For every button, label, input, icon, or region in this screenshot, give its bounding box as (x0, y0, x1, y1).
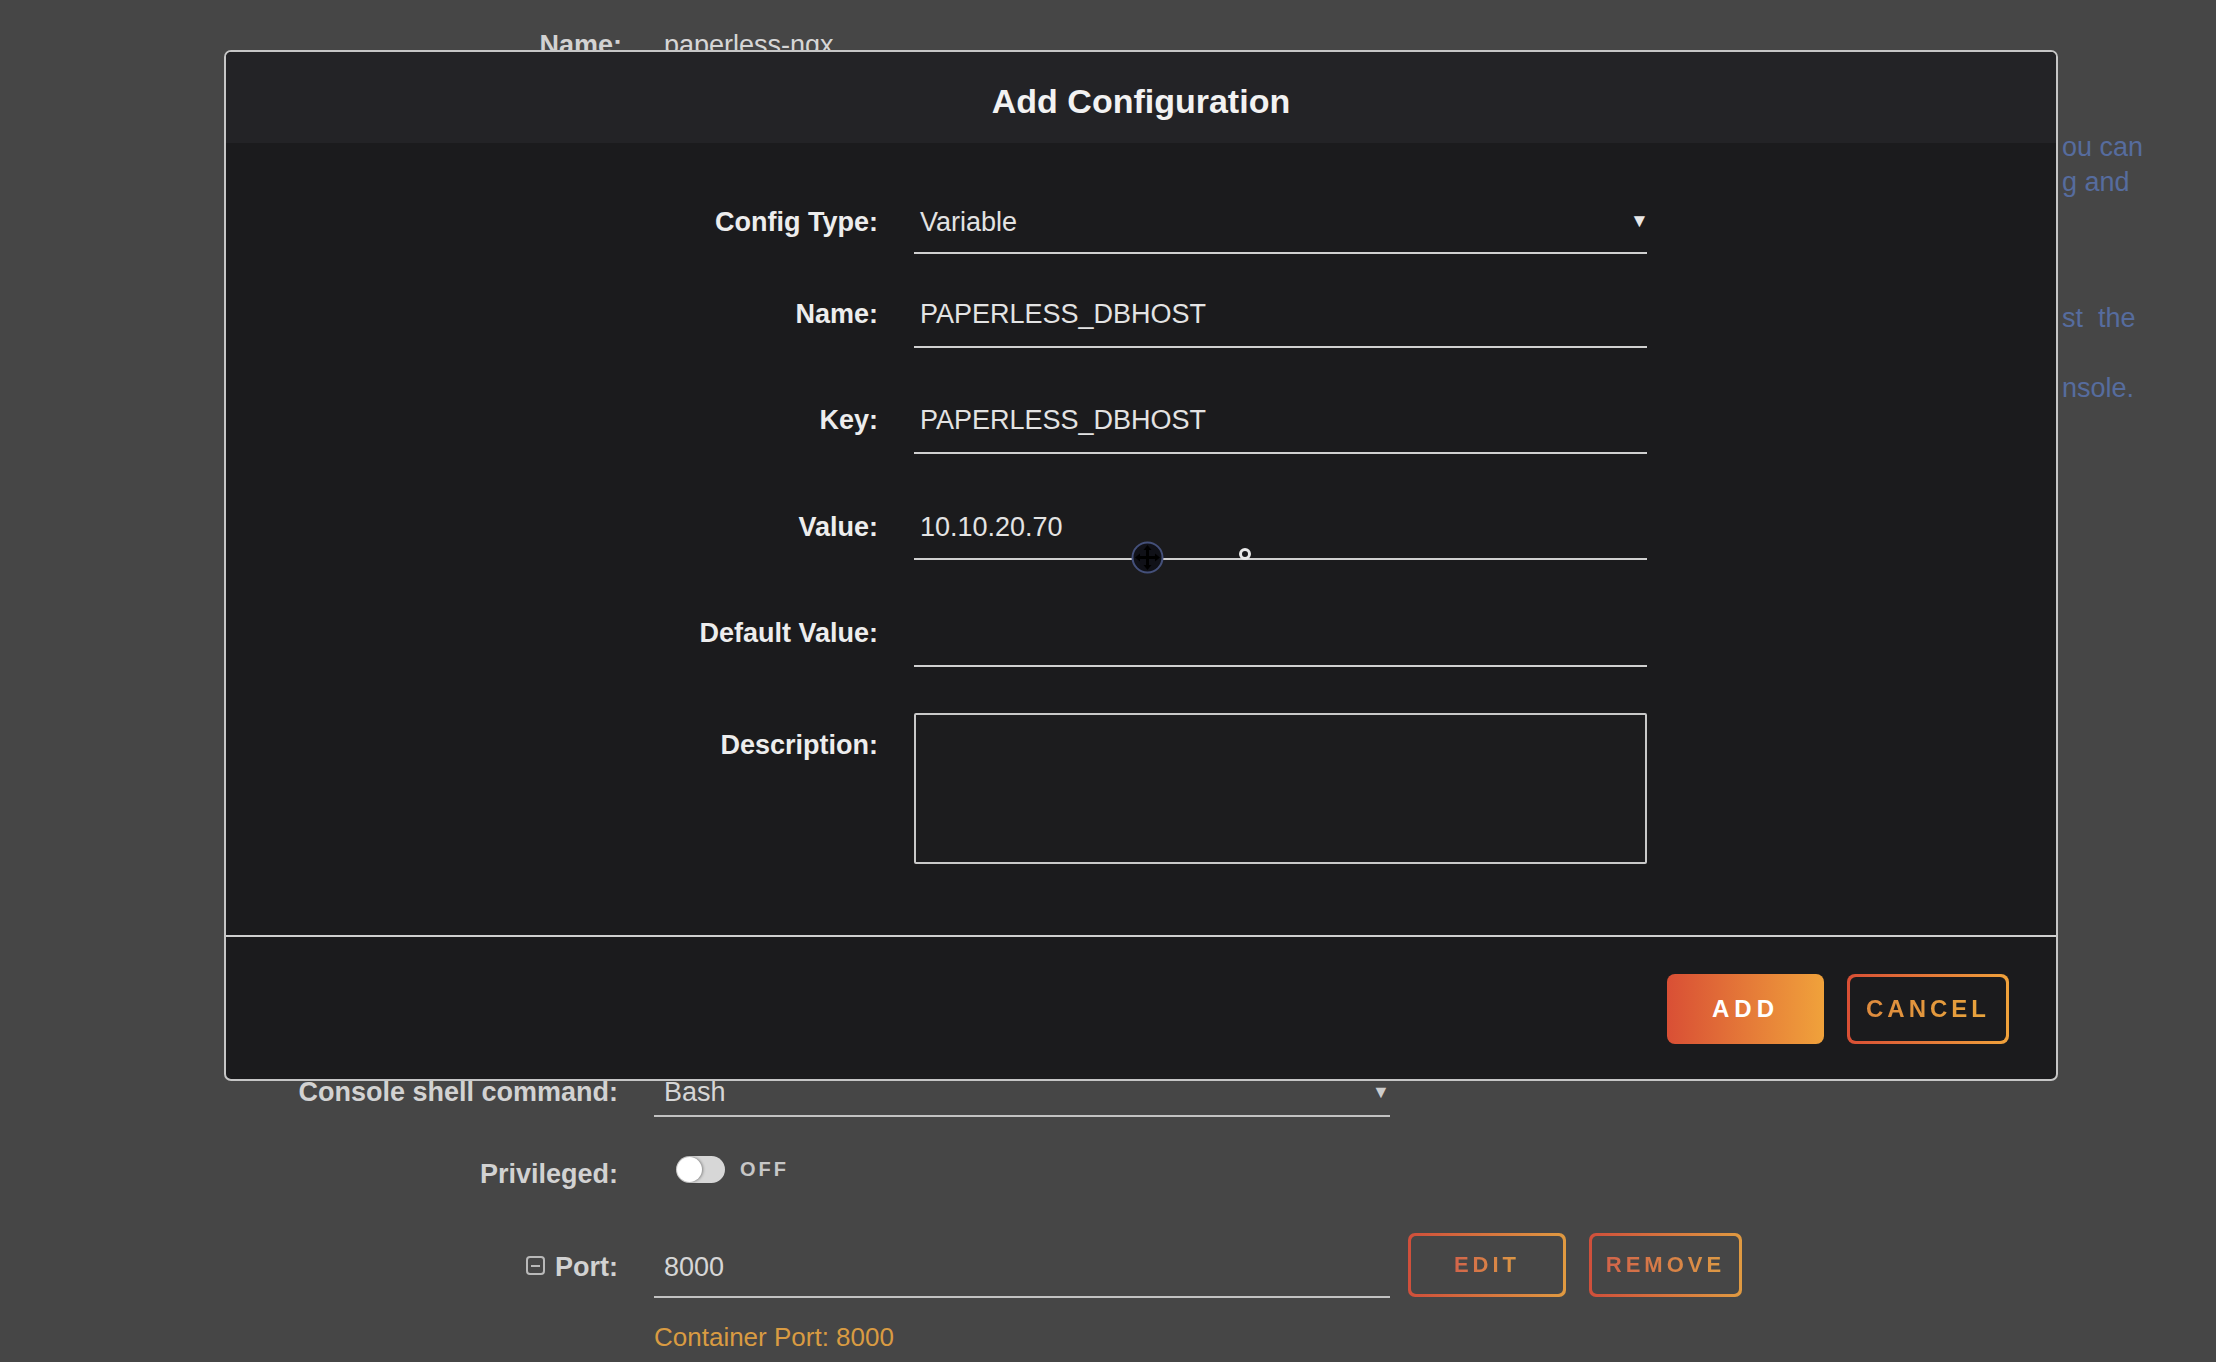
config-type-label: Config Type: (226, 207, 878, 238)
cancel-button[interactable]: CANCEL (1847, 974, 2009, 1044)
dialog-title: Add Configuration (992, 74, 1290, 121)
footer-separator (226, 935, 2056, 937)
default-value-underline (914, 665, 1647, 667)
move-cursor-icon (1131, 541, 1164, 574)
privileged-toggle[interactable] (676, 1156, 725, 1183)
add-button-label: ADD (1712, 995, 1779, 1023)
privileged-label: Privileged: (300, 1159, 618, 1190)
console-shell-value[interactable]: Bash (664, 1077, 726, 1108)
console-shell-underline (654, 1115, 1390, 1117)
description-textarea[interactable] (914, 713, 1647, 864)
port-underline (654, 1296, 1390, 1298)
config-type-dropdown-arrow[interactable]: ▼ (1630, 210, 1649, 232)
config-type-underline (914, 252, 1647, 254)
config-type-select[interactable]: Variable (920, 207, 1017, 238)
edit-button-label: EDIT (1454, 1252, 1520, 1278)
port-label: Port: (400, 1252, 618, 1283)
value-input[interactable]: 10.10.20.70 (920, 512, 1063, 543)
container-port-text: Container Port: 8000 (654, 1322, 894, 1353)
bg-clipped-text-line: nsole. (2062, 373, 2134, 404)
console-shell-dropdown-arrow[interactable]: ▼ (1372, 1082, 1390, 1103)
cancel-button-label: CANCEL (1866, 995, 1990, 1023)
key-input[interactable]: PAPERLESS_DBHOST (920, 405, 1206, 436)
description-label: Description: (226, 730, 878, 761)
name-input[interactable]: PAPERLESS_DBHOST (920, 299, 1206, 330)
name-label: Name: (226, 299, 878, 330)
console-shell-label: Console shell command: (240, 1077, 618, 1108)
privileged-state: OFF (740, 1158, 789, 1181)
edit-button[interactable]: EDIT (1408, 1233, 1566, 1297)
remove-button-label: REMOVE (1606, 1252, 1725, 1278)
bg-clipped-text-line: st the (2062, 303, 2136, 334)
toggle-knob (677, 1157, 702, 1182)
key-underline (914, 452, 1647, 454)
drag-point-indicator (1239, 548, 1251, 560)
value-underline (914, 558, 1647, 560)
bg-clipped-text-line: g and (2062, 167, 2130, 198)
add-button[interactable]: ADD (1667, 974, 1824, 1044)
value-label: Value: (226, 512, 878, 543)
default-value-label: Default Value: (226, 618, 878, 649)
port-value[interactable]: 8000 (664, 1252, 724, 1283)
key-label: Key: (226, 405, 878, 436)
name-underline (914, 346, 1647, 348)
bg-clipped-text-line: ou can (2062, 132, 2143, 163)
remove-button[interactable]: REMOVE (1589, 1233, 1742, 1297)
dialog-header: Add Configuration (226, 52, 2056, 143)
